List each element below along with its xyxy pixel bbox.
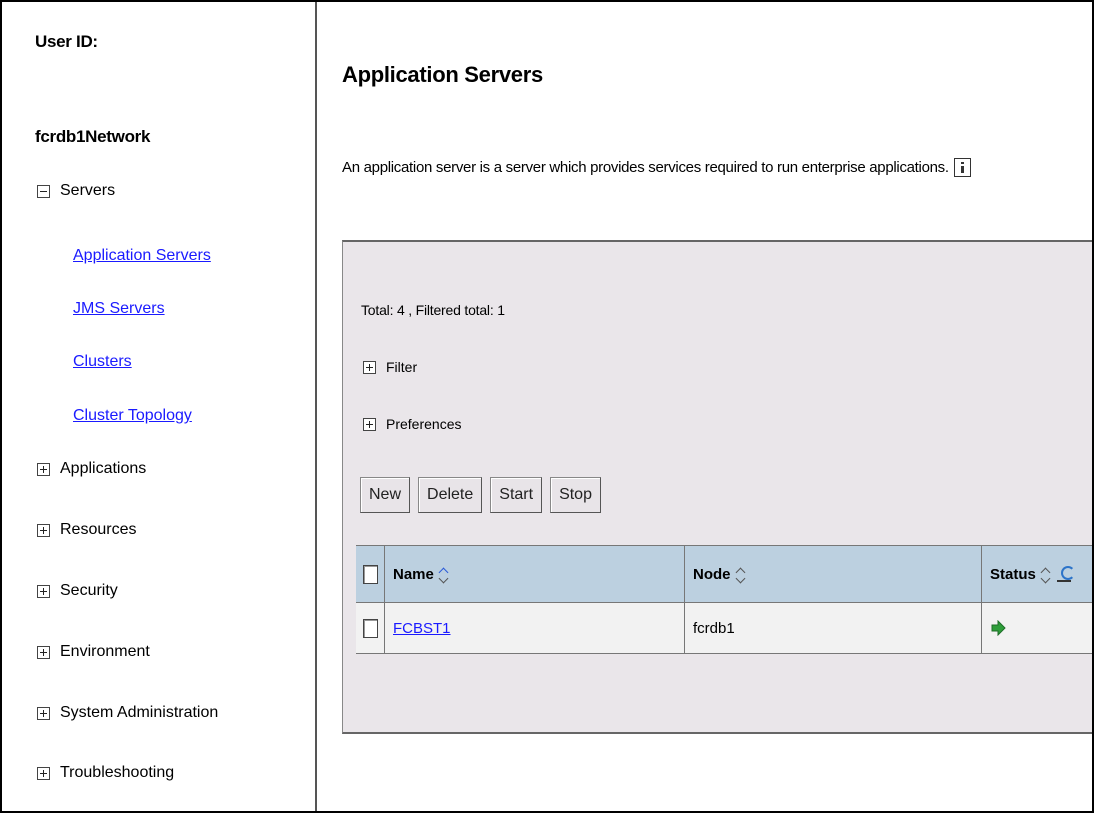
- server-name-cell: FCBST1: [384, 603, 684, 653]
- servers-table: Name Node Status FCBST1 fcrdb1: [356, 545, 1092, 654]
- refresh-underline: [1057, 580, 1072, 582]
- expand-icon[interactable]: [37, 584, 50, 598]
- delete-button[interactable]: Delete: [418, 477, 483, 513]
- collection-panel: Total: 4 , Filtered total: 1 Filter Pref…: [342, 240, 1092, 734]
- table-row: FCBST1 fcrdb1: [356, 603, 1092, 654]
- expand-icon[interactable]: [37, 766, 50, 780]
- node-cell: fcrdb1: [684, 603, 981, 653]
- info-icon[interactable]: [953, 158, 971, 177]
- started-arrow-icon: [991, 620, 1006, 636]
- nav-link-cluster-topology[interactable]: Cluster Topology: [73, 407, 192, 425]
- filter-label: Filter: [386, 359, 418, 375]
- nav-applications[interactable]: Applications: [37, 460, 146, 478]
- nav-servers[interactable]: Servers: [37, 182, 115, 200]
- column-node-label: Node: [693, 565, 731, 583]
- expand-icon[interactable]: [37, 645, 50, 659]
- row-checkbox[interactable]: [362, 618, 378, 638]
- expand-icon[interactable]: [37, 462, 50, 476]
- nav-troubleshooting-label: Troubleshooting: [60, 764, 175, 781]
- column-header-status[interactable]: Status: [981, 546, 1092, 602]
- nav-system-administration-label: System Administration: [60, 704, 219, 721]
- expand-icon[interactable]: [37, 706, 50, 720]
- node-value: fcrdb1: [693, 619, 735, 637]
- nav-environment[interactable]: Environment: [37, 643, 150, 661]
- refresh-icon[interactable]: [1060, 566, 1075, 580]
- sort-icon[interactable]: [735, 566, 746, 584]
- status-cell: [981, 603, 1092, 653]
- nav-security-label: Security: [60, 582, 118, 599]
- column-status-label: Status: [990, 565, 1036, 583]
- total-count: Total: 4 , Filtered total: 1: [361, 302, 505, 318]
- nav-resources-label: Resources: [60, 521, 137, 538]
- column-name-label: Name: [393, 565, 434, 583]
- table-header: Name Node Status: [356, 546, 1092, 603]
- nav-system-administration[interactable]: System Administration: [37, 704, 218, 722]
- navigation-panel: User ID: fcrdb1Network Servers Applicati…: [2, 2, 317, 811]
- sort-icon[interactable]: [1040, 566, 1051, 584]
- nav-environment-label: Environment: [60, 643, 150, 660]
- action-buttons: New Delete Start Stop: [360, 477, 601, 513]
- refresh-control[interactable]: [1054, 566, 1075, 582]
- nav-security[interactable]: Security: [37, 582, 118, 600]
- select-all-checkbox[interactable]: [362, 564, 378, 584]
- server-name-link[interactable]: FCBST1: [393, 620, 451, 637]
- cell-name: fcrdb1Network: [35, 127, 151, 146]
- expand-icon[interactable]: [363, 417, 376, 431]
- start-button[interactable]: Start: [490, 477, 543, 513]
- nav-servers-label: Servers: [60, 182, 116, 199]
- description-text: An application server is a server which …: [342, 159, 949, 176]
- row-select-cell: [356, 603, 384, 653]
- expand-icon[interactable]: [37, 523, 50, 537]
- nav-resources[interactable]: Resources: [37, 521, 136, 539]
- nav-applications-label: Applications: [60, 460, 147, 477]
- nav-link-clusters[interactable]: Clusters: [73, 353, 132, 371]
- sort-icon[interactable]: [438, 566, 449, 584]
- nav-troubleshooting[interactable]: Troubleshooting: [37, 764, 174, 782]
- select-all-cell: [356, 546, 384, 602]
- filter-toggle[interactable]: Filter: [363, 359, 417, 375]
- new-button[interactable]: New: [360, 477, 411, 513]
- collapse-icon[interactable]: [37, 184, 50, 198]
- nav-link-application-servers[interactable]: Application Servers: [73, 247, 211, 265]
- page-title: Application Servers: [342, 62, 543, 87]
- page-frame: User ID: fcrdb1Network Servers Applicati…: [0, 0, 1094, 813]
- preferences-label: Preferences: [386, 416, 462, 432]
- column-header-node[interactable]: Node: [684, 546, 981, 602]
- preferences-toggle[interactable]: Preferences: [363, 416, 461, 432]
- page-description: An application server is a server which …: [342, 158, 971, 177]
- main-content: Application Servers An application serve…: [317, 2, 1092, 811]
- column-header-name[interactable]: Name: [384, 546, 684, 602]
- user-id-label: User ID:: [35, 32, 98, 51]
- expand-icon[interactable]: [363, 360, 376, 374]
- stop-button[interactable]: Stop: [550, 477, 601, 513]
- nav-link-jms-servers[interactable]: JMS Servers: [73, 300, 165, 318]
